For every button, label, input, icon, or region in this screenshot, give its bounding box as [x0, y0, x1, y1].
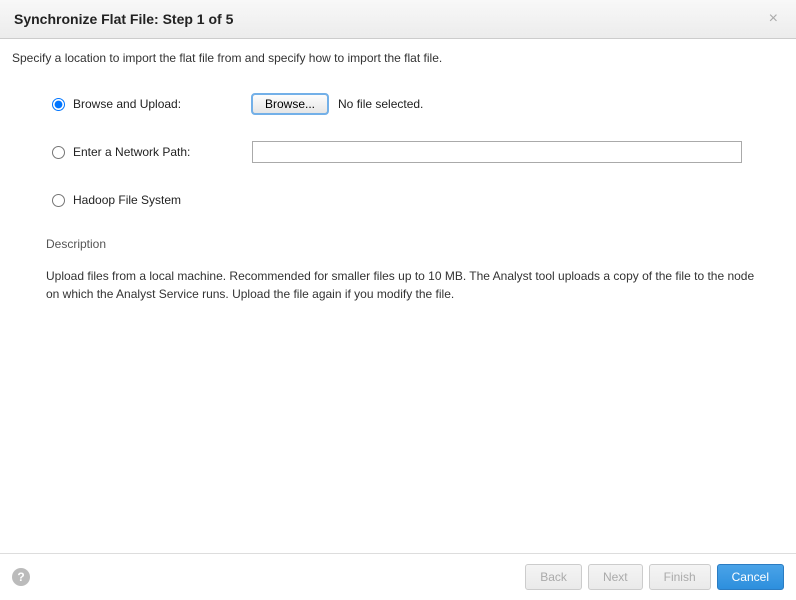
option-network-path-row: Enter a Network Path: — [52, 141, 786, 163]
close-icon[interactable]: × — [765, 10, 782, 28]
option-hadoop-row: Hadoop File System — [52, 189, 786, 211]
dialog-header: Synchronize Flat File: Step 1 of 5 × — [0, 0, 796, 39]
import-options: Browse and Upload: Browse... No file sel… — [10, 93, 786, 211]
option-network-path[interactable]: Enter a Network Path: — [52, 145, 252, 159]
option-browse-upload[interactable]: Browse and Upload: — [52, 97, 252, 111]
description-section: Description Upload files from a local ma… — [10, 237, 786, 303]
dialog-title: Synchronize Flat File: Step 1 of 5 — [14, 11, 233, 27]
footer-buttons: Back Next Finish Cancel — [525, 564, 784, 590]
help-icon[interactable]: ? — [12, 568, 30, 586]
file-status-text: No file selected. — [338, 97, 423, 111]
dialog-footer: ? Back Next Finish Cancel — [0, 553, 796, 600]
radio-browse-upload[interactable] — [52, 98, 65, 111]
next-button[interactable]: Next — [588, 564, 643, 590]
description-body: Upload files from a local machine. Recom… — [46, 267, 766, 303]
finish-button[interactable]: Finish — [649, 564, 711, 590]
back-button[interactable]: Back — [525, 564, 582, 590]
option-browse-upload-label: Browse and Upload: — [73, 97, 181, 111]
cancel-button[interactable]: Cancel — [717, 564, 784, 590]
option-network-path-label: Enter a Network Path: — [73, 145, 190, 159]
dialog-body: Specify a location to import the flat fi… — [0, 39, 796, 315]
radio-hadoop[interactable] — [52, 194, 65, 207]
radio-network-path[interactable] — [52, 146, 65, 159]
description-heading: Description — [46, 237, 776, 251]
browse-button[interactable]: Browse... — [252, 94, 328, 114]
option-browse-upload-row: Browse and Upload: Browse... No file sel… — [52, 93, 786, 115]
instruction-text: Specify a location to import the flat fi… — [10, 51, 786, 65]
option-hadoop-label: Hadoop File System — [73, 193, 181, 207]
option-hadoop[interactable]: Hadoop File System — [52, 193, 252, 207]
network-path-input[interactable] — [252, 141, 742, 163]
